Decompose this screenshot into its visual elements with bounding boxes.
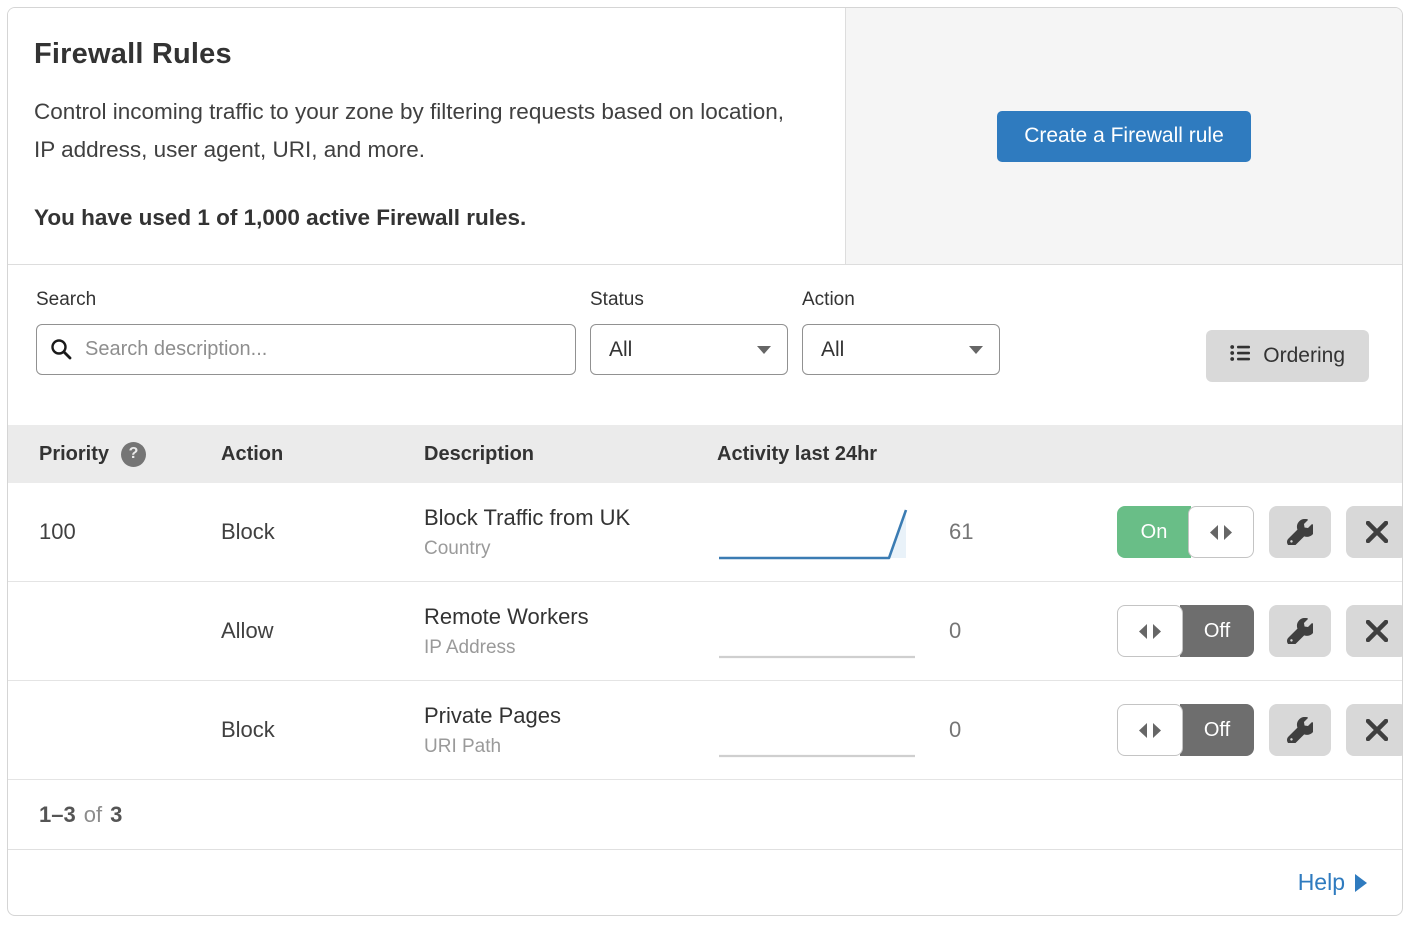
filter-bar: Search Status All Action All xyxy=(8,265,1402,425)
rule-action: Block xyxy=(221,717,424,743)
pagination-total: 3 xyxy=(110,802,122,828)
rule-description: Block Traffic from UK xyxy=(424,505,717,531)
rule-enabled-toggle[interactable]: Off xyxy=(1117,704,1254,756)
pagination-range: 1–3 xyxy=(39,802,76,828)
action-selected-value: All xyxy=(821,338,844,362)
header-action-panel: Create a Firewall rule xyxy=(846,8,1402,264)
wrench-icon xyxy=(1287,519,1313,545)
chevron-down-icon xyxy=(757,346,771,354)
toggle-off-label: Off xyxy=(1180,605,1254,657)
edit-rule-button[interactable] xyxy=(1269,704,1331,756)
table-row: Block Private Pages URI Path 0 Off xyxy=(8,681,1402,780)
action-filter-group: Action All xyxy=(802,289,1000,425)
action-select[interactable]: All xyxy=(802,324,1000,375)
right-triangle-icon xyxy=(1355,874,1367,892)
help-link-label: Help xyxy=(1298,869,1345,896)
close-icon xyxy=(1366,521,1388,543)
rule-controls: Off xyxy=(1117,704,1403,756)
create-firewall-rule-button[interactable]: Create a Firewall rule xyxy=(997,111,1251,162)
rule-action: Allow xyxy=(221,618,424,644)
priority-help-icon[interactable]: ? xyxy=(121,442,146,467)
close-icon xyxy=(1366,719,1388,741)
rule-activity-cell: 0 xyxy=(717,602,1117,660)
page-title: Firewall Rules xyxy=(34,38,811,71)
header-section: Firewall Rules Control incoming traffic … xyxy=(8,8,1402,265)
rule-controls: Off xyxy=(1117,605,1403,657)
activity-count: 0 xyxy=(949,618,961,644)
firewall-rules-panel: Firewall Rules Control incoming traffic … xyxy=(7,7,1403,916)
toggle-on-label: On xyxy=(1117,506,1191,558)
pagination-of: of xyxy=(84,802,102,828)
status-label: Status xyxy=(590,289,788,311)
rule-match-type: URI Path xyxy=(424,736,717,758)
delete-rule-button[interactable] xyxy=(1346,704,1403,756)
header-text-block: Firewall Rules Control incoming traffic … xyxy=(8,8,846,264)
delete-rule-button[interactable] xyxy=(1346,605,1403,657)
search-label: Search xyxy=(36,289,576,311)
search-icon xyxy=(50,338,73,366)
column-priority: Priority ? xyxy=(8,442,221,467)
search-group: Search xyxy=(36,289,576,425)
column-activity: Activity last 24hr xyxy=(717,443,1117,466)
table-header: Priority ? Action Description Activity l… xyxy=(8,425,1402,483)
rule-enabled-toggle[interactable]: Off xyxy=(1117,605,1254,657)
ordered-list-icon xyxy=(1230,344,1250,368)
edit-rule-button[interactable] xyxy=(1269,605,1331,657)
action-label: Action xyxy=(802,289,1000,311)
rule-description-cell: Block Traffic from UK Country xyxy=(424,505,717,560)
wrench-icon xyxy=(1287,618,1313,644)
pagination-bar: 1–3 of 3 xyxy=(8,780,1402,850)
activity-sparkline xyxy=(717,701,917,759)
rule-match-type: Country xyxy=(424,538,717,560)
rule-activity-cell: 0 xyxy=(717,701,1117,759)
ordering-button[interactable]: Ordering xyxy=(1206,330,1369,382)
help-link[interactable]: Help xyxy=(1298,869,1367,896)
left-right-arrows-icon xyxy=(1139,624,1161,639)
search-input[interactable] xyxy=(36,324,576,375)
ordering-button-label: Ordering xyxy=(1263,344,1345,368)
toggle-handle[interactable] xyxy=(1117,605,1183,657)
status-select[interactable]: All xyxy=(590,324,788,375)
table-row: 100 Block Block Traffic from UK Country … xyxy=(8,483,1402,582)
rule-enabled-toggle[interactable]: On xyxy=(1117,506,1254,558)
rule-action: Block xyxy=(221,519,424,545)
rule-description-cell: Private Pages URI Path xyxy=(424,703,717,758)
rule-activity-cell: 61 xyxy=(717,503,1117,561)
toggle-off-label: Off xyxy=(1180,704,1254,756)
table-row: Allow Remote Workers IP Address 0 Off xyxy=(8,582,1402,681)
rule-priority: 100 xyxy=(8,519,221,545)
rule-description: Remote Workers xyxy=(424,604,717,630)
status-selected-value: All xyxy=(609,338,632,362)
delete-rule-button[interactable] xyxy=(1346,506,1403,558)
edit-rule-button[interactable] xyxy=(1269,506,1331,558)
rule-match-type: IP Address xyxy=(424,637,717,659)
rule-description-cell: Remote Workers IP Address xyxy=(424,604,717,659)
toggle-handle[interactable] xyxy=(1117,704,1183,756)
search-box xyxy=(36,324,576,375)
priority-column-label: Priority xyxy=(39,443,109,466)
column-action: Action xyxy=(221,443,424,466)
usage-note: You have used 1 of 1,000 active Firewall… xyxy=(34,205,811,231)
status-filter-group: Status All xyxy=(590,289,788,425)
activity-count: 61 xyxy=(949,519,973,545)
left-right-arrows-icon xyxy=(1210,525,1232,540)
help-bar: Help xyxy=(8,850,1402,914)
close-icon xyxy=(1366,620,1388,642)
activity-count: 0 xyxy=(949,717,961,743)
toggle-handle[interactable] xyxy=(1188,506,1254,558)
column-description: Description xyxy=(424,443,717,466)
activity-sparkline xyxy=(717,503,917,561)
wrench-icon xyxy=(1287,717,1313,743)
rule-controls: On xyxy=(1117,506,1403,558)
rule-description: Private Pages xyxy=(424,703,717,729)
activity-sparkline xyxy=(717,602,917,660)
left-right-arrows-icon xyxy=(1139,723,1161,738)
page-description: Control incoming traffic to your zone by… xyxy=(34,93,804,169)
chevron-down-icon xyxy=(969,346,983,354)
